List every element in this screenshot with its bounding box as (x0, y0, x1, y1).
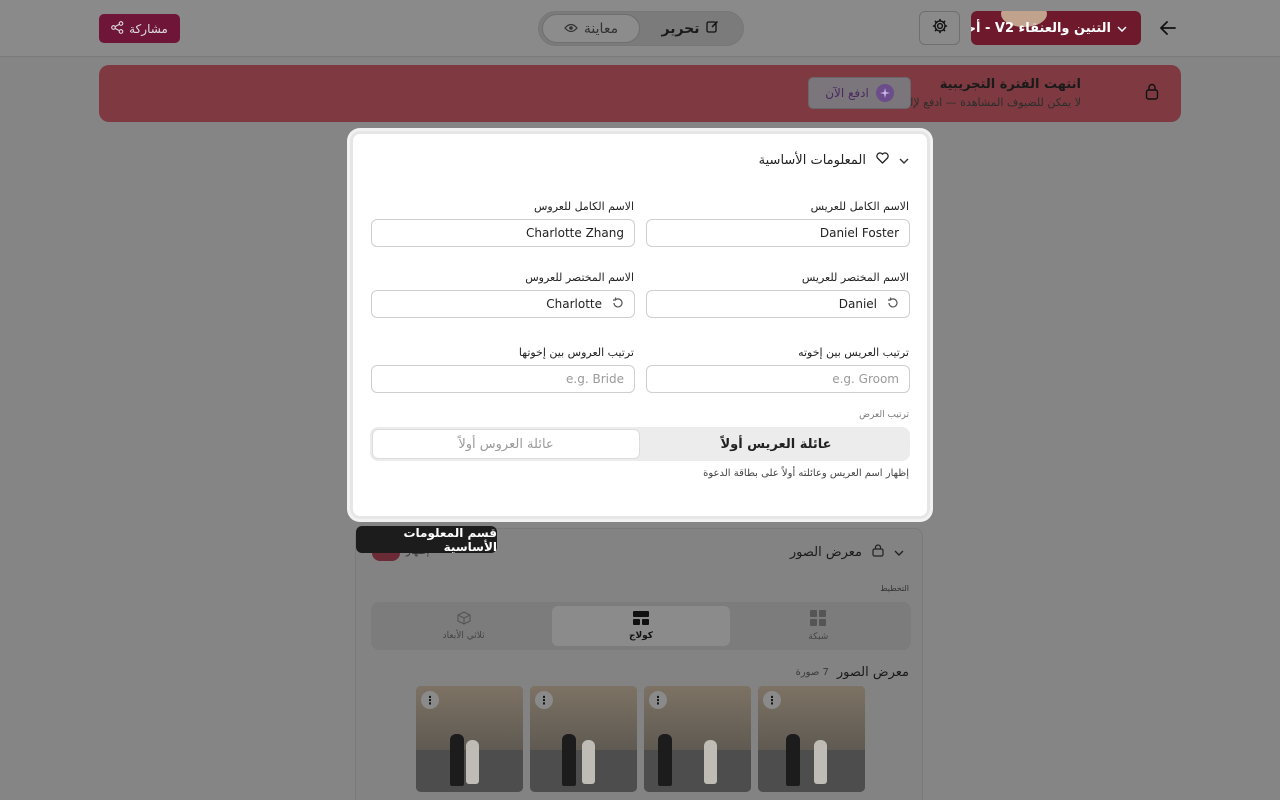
share-icon (111, 20, 124, 37)
bride-short-name-value: Charlotte (546, 297, 602, 311)
grid-icon (810, 610, 827, 629)
more-options-icon[interactable]: ⋮ (649, 691, 667, 709)
more-options-icon[interactable]: ⋮ (763, 691, 781, 709)
gallery-photo[interactable]: ⋮ (758, 686, 865, 792)
layout-collage-label: كولاج (628, 631, 654, 641)
section-title: المعلومات الأساسية (758, 152, 866, 168)
more-options-icon[interactable]: ⋮ (421, 691, 439, 709)
gallery-photo[interactable]: ⋮ (530, 686, 637, 792)
bride-order-field[interactable]: e.g. Bride (371, 365, 635, 393)
back-arrow-icon[interactable] (1155, 15, 1181, 41)
chevron-down-icon (894, 545, 904, 560)
settings-button[interactable] (919, 11, 960, 45)
pay-now-button[interactable]: ادفع الآن (808, 77, 911, 109)
display-order-label: ترتيب العرض (859, 410, 909, 420)
groom-order-field[interactable]: e.g. Groom (646, 365, 910, 393)
reset-icon[interactable] (887, 297, 899, 312)
layout-grid-label: شبكة (808, 632, 829, 642)
bride-short-name-field[interactable]: Charlotte (371, 290, 635, 318)
sparkle-icon (875, 84, 894, 102)
mode-toggle: معاينة تحرير (538, 11, 744, 46)
photos-count: 7 صورة (795, 667, 829, 678)
display-order-toggle: عائلة العروس أولاً عائلة العريس أولاً (370, 427, 910, 461)
collage-icon (632, 611, 649, 628)
groom-order-placeholder: e.g. Groom (832, 372, 899, 386)
trial-expired-banner: انتهت الفترة التجريبية لا يمكن للضيوف ال… (99, 65, 1181, 122)
more-options-icon[interactable]: ⋮ (535, 691, 553, 709)
gallery-section: إظهار معرض الصور التخطيط ثلاثي الأبعاد ك… (355, 528, 923, 800)
groom-short-name-field[interactable]: Daniel (646, 290, 910, 318)
eye-icon (564, 21, 578, 37)
lock-icon (872, 544, 884, 561)
basic-info-section: المعلومات الأساسية الاسم الكامل للعريس D… (350, 131, 930, 519)
theme-selector[interactable]: التنين والعنقاء V2 - أحمر (971, 11, 1141, 45)
layout-3d-tab[interactable]: ثلاثي الأبعاد (375, 606, 552, 646)
bride-short-name-label: الاسم المختصر للعروس (525, 271, 634, 284)
theme-label: التنين والعنقاء V2 - أحمر (971, 20, 1111, 36)
gallery-section-title: معرض الصور (789, 545, 862, 560)
groom-full-name-value: Daniel Foster (819, 226, 899, 240)
banner-title: انتهت الفترة التجريبية (939, 77, 1081, 92)
share-label: مشاركة (129, 21, 168, 36)
gallery-photo[interactable]: ⋮ (416, 686, 523, 792)
preview-label: معاينة (583, 20, 619, 37)
layout-label: التخطيط (880, 584, 909, 593)
groom-short-name-value: Daniel (838, 297, 877, 311)
layout-tabs: ثلاثي الأبعاد كولاج شبكة (371, 602, 911, 650)
gallery-header[interactable]: معرض الصور (790, 544, 904, 561)
edit-tab[interactable]: تحرير (640, 14, 740, 43)
bride-full-name-value: Charlotte Zhang (526, 226, 624, 240)
groom-full-name-field[interactable]: Daniel Foster (646, 219, 910, 247)
groom-short-name-label: الاسم المختصر للعريس (801, 271, 909, 284)
chevron-down-icon (899, 153, 909, 168)
basic-info-header[interactable]: المعلومات الأساسية (759, 152, 909, 168)
cube-icon (457, 611, 471, 628)
lock-icon (1145, 83, 1159, 104)
chevron-down-icon (1117, 21, 1127, 36)
bride-full-name-label: الاسم الكامل للعروس (533, 200, 634, 213)
display-order-hint: إظهار اسم العريس وعائلته أولاً على بطاقة… (703, 468, 909, 479)
bride-order-label: ترتيب العروس بين إخوتها (518, 346, 634, 359)
edit-label: تحرير (661, 20, 700, 37)
groom-full-name-label: الاسم الكامل للعريس (810, 200, 909, 213)
layout-grid-tab[interactable]: شبكة (730, 606, 907, 646)
top-bar: التنين والعنقاء V2 - أحمر معاينة تحرير م… (0, 0, 1280, 57)
layout-collage-tab[interactable]: كولاج (552, 606, 730, 646)
gear-icon (932, 18, 948, 38)
bride-family-first-option[interactable]: عائلة العروس أولاً (372, 429, 640, 459)
bride-full-name-field[interactable]: Charlotte Zhang (371, 219, 635, 247)
section-tooltip: قسم المعلومات الأساسية (356, 526, 497, 554)
reset-icon[interactable] (612, 297, 624, 312)
groom-family-first-option[interactable]: عائلة العريس أولاً (642, 427, 910, 461)
photos-heading: معرض الصور 7 صورة (796, 665, 909, 680)
edit-icon (705, 20, 719, 37)
pay-now-label: ادفع الآن (825, 86, 869, 100)
bride-order-placeholder: e.g. Bride (566, 372, 624, 386)
photos-title: معرض الصور (836, 665, 909, 680)
gallery-photo[interactable]: ⋮ (644, 686, 751, 792)
groom-order-label: ترتيب العريس بين إخوته (798, 346, 909, 359)
layout-3d-label: ثلاثي الأبعاد (442, 631, 485, 641)
share-button[interactable]: مشاركة (99, 14, 180, 43)
preview-tab[interactable]: معاينة (542, 14, 640, 43)
heart-icon (876, 152, 889, 168)
